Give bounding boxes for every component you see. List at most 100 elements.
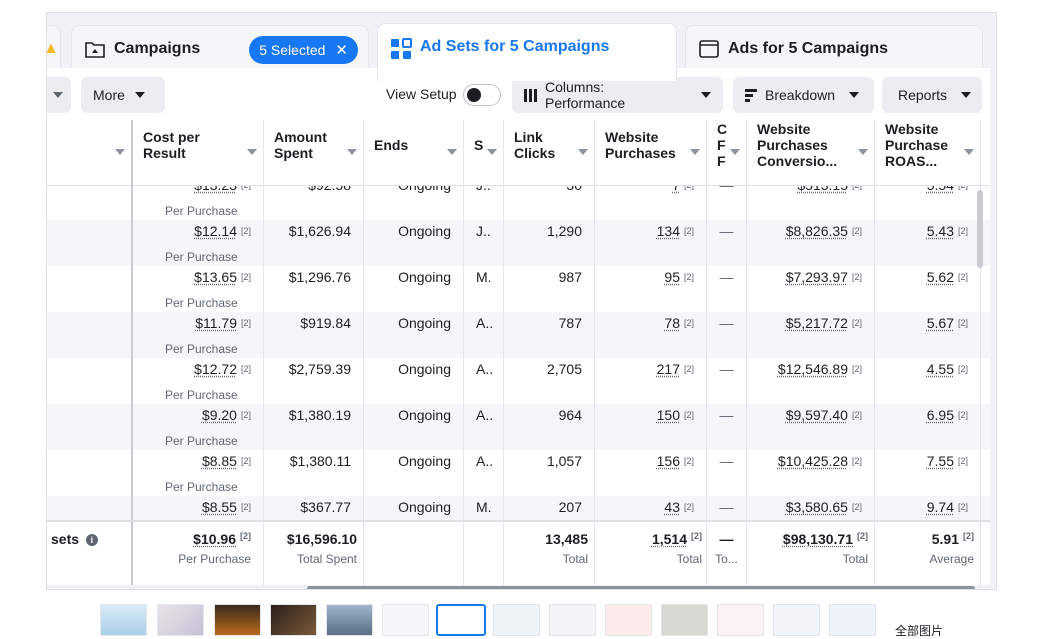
sort-icon[interactable]	[347, 149, 357, 155]
footer-conv-value[interactable]: $98,130.71	[783, 531, 853, 547]
thumbnail-5[interactable]	[326, 604, 373, 636]
conv-value[interactable]: $9,597.40	[786, 407, 848, 423]
footer-cpr-value[interactable]: $10.96	[193, 531, 236, 547]
header-c[interactable]: C F F	[707, 120, 747, 186]
roas-value[interactable]: 5.62	[927, 269, 954, 285]
dropdown-partial-button[interactable]	[47, 77, 71, 113]
sort-icon[interactable]	[964, 149, 974, 155]
purchases-value[interactable]: 150	[657, 407, 680, 423]
roas-value[interactable]: 5.43	[927, 223, 954, 239]
cost-per-result-value[interactable]: $11.79	[195, 315, 237, 331]
table-row[interactable]: $8.85 [2] Per Purchase $1,380.11 Ongoing A.. 1…	[47, 450, 990, 496]
footer-purchases-value[interactable]: 1,514	[652, 531, 687, 547]
header-cost-per-result[interactable]: Cost per Result	[133, 120, 264, 186]
conv-value[interactable]: $8,826.35	[786, 223, 848, 239]
sort-icon[interactable]	[447, 149, 457, 155]
header-website-purchases[interactable]: Website Purchases	[595, 120, 707, 186]
roas-value[interactable]: 4.55	[927, 361, 954, 377]
table-row[interactable]: $13.23 [2] Per Purchase $92.58 Ongoing J.. 30 7…	[47, 186, 990, 220]
conv-value[interactable]: $513.15	[797, 186, 848, 193]
breakdown-button[interactable]: Breakdown	[733, 77, 874, 113]
ref-marker: [2]	[851, 456, 862, 466]
cost-per-result-value[interactable]: $12.14	[194, 223, 237, 239]
thumbnail-9[interactable]	[549, 604, 596, 636]
purchases-value[interactable]: 156	[657, 453, 680, 469]
sort-icon[interactable]	[115, 149, 125, 155]
roas-value[interactable]: 7.55	[927, 453, 954, 469]
ref-marker: [2]	[240, 272, 251, 282]
cost-per-result-value[interactable]: $13.23	[194, 186, 237, 193]
thumbnail-2[interactable]	[157, 604, 204, 636]
cost-per-result-value[interactable]: $12.72	[194, 361, 237, 377]
thumbnail-11[interactable]	[661, 604, 708, 636]
cost-per-result-value[interactable]: $8.55	[202, 499, 237, 515]
sort-icon[interactable]	[690, 149, 700, 155]
conv-value[interactable]: $10,425.28	[778, 453, 848, 469]
more-button[interactable]: More	[81, 77, 165, 113]
thumbnail-3[interactable]	[214, 604, 261, 636]
header-s[interactable]: S	[464, 120, 504, 186]
cell-clicks: 987	[504, 266, 595, 312]
table-row[interactable]: $11.79 [2] Per Purchase $919.84 Ongoing A.. 78…	[47, 312, 990, 358]
sort-icon[interactable]	[858, 149, 868, 155]
header-ends[interactable]: Ends	[364, 120, 464, 186]
header-website-purchase-roas[interactable]: Website Purchase ROAS...	[875, 120, 981, 186]
table-row[interactable]: $9.20 [2] Per Purchase $1,380.19 Ongoing A.. 9…	[47, 404, 990, 450]
thumbnail-1[interactable]	[100, 604, 147, 636]
cost-per-result-value[interactable]: $8.85	[202, 453, 237, 469]
thumbnail-4[interactable]	[270, 604, 317, 636]
thumbnail-13[interactable]	[773, 604, 820, 636]
selected-pill[interactable]: 5 Selected ✕	[249, 36, 358, 64]
table-row[interactable]: $12.72 [2] Per Purchase $2,759.39 Ongoing A..…	[47, 358, 990, 404]
thumbnail-12[interactable]	[717, 604, 764, 636]
thumbnail-7-current[interactable]	[436, 604, 486, 636]
s-value: A..	[476, 361, 494, 377]
tab-account-partial[interactable]: ▲	[47, 25, 61, 73]
conv-value[interactable]: $3,580.65	[786, 499, 848, 515]
thumbnail-14[interactable]	[829, 604, 876, 636]
purchases-value[interactable]: 78	[664, 315, 680, 331]
cell-c: —	[707, 450, 747, 496]
horizontal-scrollbar[interactable]	[307, 586, 975, 589]
purchases-value[interactable]: 217	[657, 361, 680, 377]
sort-icon[interactable]	[487, 149, 497, 155]
purchases-value[interactable]: 43	[664, 499, 680, 515]
close-icon[interactable]: ✕	[335, 41, 348, 59]
thumbnail-10[interactable]	[605, 604, 652, 636]
sort-icon[interactable]	[578, 149, 588, 155]
purchases-value[interactable]: 134	[657, 223, 680, 239]
cell-s: A..	[464, 450, 504, 496]
cell-roas: 6.95 [2]	[875, 404, 981, 450]
cost-per-result-value[interactable]: $9.20	[202, 407, 237, 423]
cost-per-result-value[interactable]: $13.65	[194, 269, 237, 285]
roas-value[interactable]: 6.95	[927, 407, 954, 423]
header-link-clicks[interactable]: Link Clicks	[504, 120, 595, 186]
purchases-value[interactable]: 95	[664, 269, 680, 285]
all-images-label[interactable]: 全部图片	[895, 622, 943, 639]
roas-value[interactable]: 5.54	[927, 186, 954, 193]
table-row[interactable]: $13.65 [2] Per Purchase $1,296.76 Ongoing M. 9…	[47, 266, 990, 312]
conv-value[interactable]: $7,293.97	[786, 269, 848, 285]
roas-value[interactable]: 9.74	[927, 499, 954, 515]
header-amount-spent[interactable]: Amount Spent	[264, 120, 364, 186]
view-setup-toggle[interactable]	[463, 84, 501, 106]
columns-button[interactable]: Columns: Performance	[512, 77, 723, 113]
vertical-scrollbar[interactable]	[977, 190, 983, 268]
info-icon[interactable]: i	[85, 534, 98, 547]
tab-ad-sets[interactable]: Ad Sets for 5 Campaigns	[377, 23, 677, 81]
thumbnail-8[interactable]	[493, 604, 540, 636]
reports-button[interactable]: Reports	[882, 77, 982, 113]
conv-value[interactable]: $12,546.89	[778, 361, 848, 377]
tab-campaigns[interactable]: Campaigns 5 Selected ✕	[71, 25, 369, 73]
header-website-purchase-conversion[interactable]: Website Purchases Conversio...	[747, 120, 875, 186]
purchases-value[interactable]: 7	[672, 186, 680, 193]
table-row[interactable]: $12.14 [2] Per Purchase $1,626.94 Ongoing J..…	[47, 220, 990, 266]
roas-value[interactable]: 5.67	[927, 315, 954, 331]
header-name[interactable]	[47, 120, 133, 186]
table-row[interactable]: $8.55[2]Per Purchase $367.77 Ongoing M. 207 4…	[47, 496, 990, 520]
tab-ads[interactable]: Ads for 5 Campaigns	[685, 25, 983, 73]
sort-icon[interactable]	[730, 149, 740, 155]
sort-icon[interactable]	[247, 149, 257, 155]
conv-value[interactable]: $5,217.72	[786, 315, 848, 331]
thumbnail-6[interactable]	[382, 604, 429, 636]
